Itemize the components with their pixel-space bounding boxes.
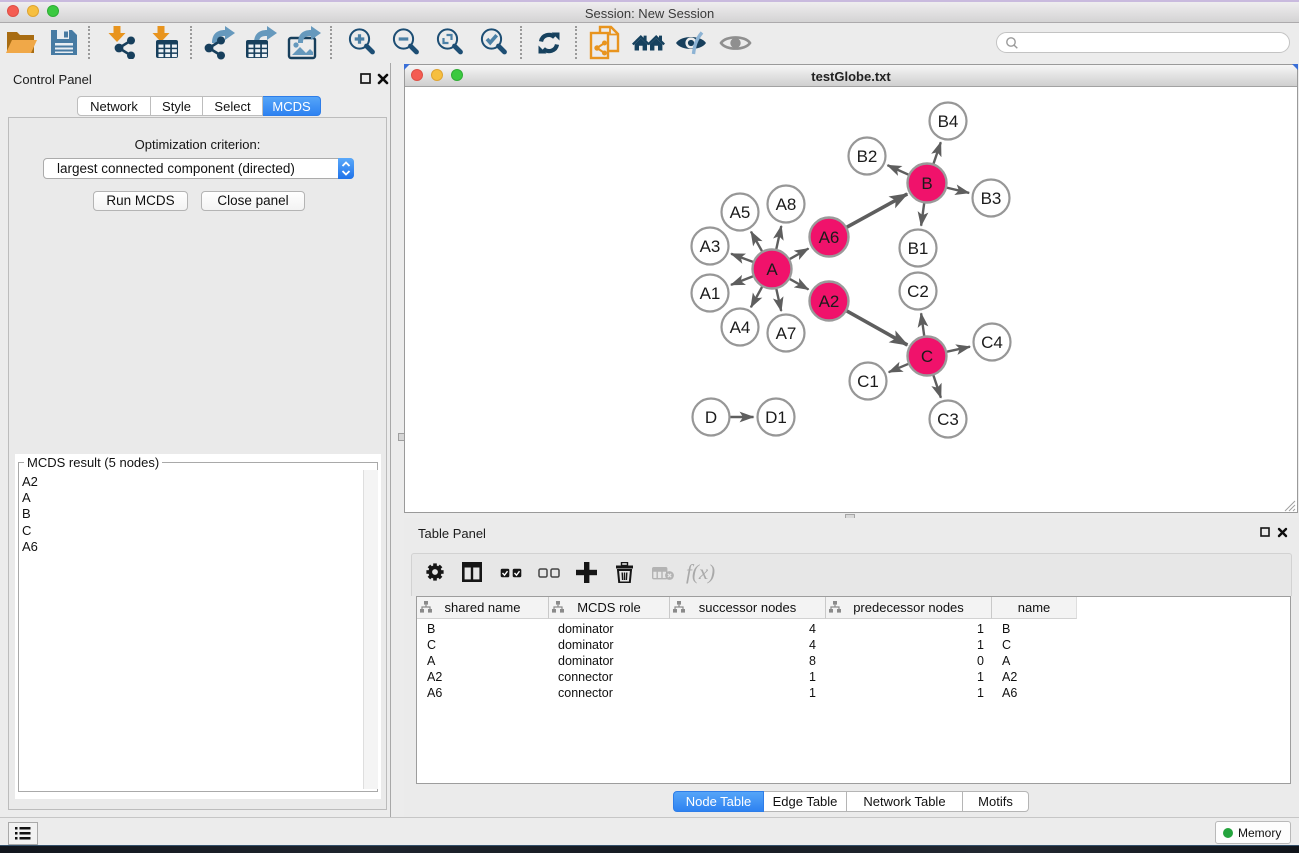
svg-text:A7: A7 (776, 324, 797, 343)
svg-text:D: D (705, 408, 717, 427)
svg-text:C3: C3 (937, 410, 959, 429)
svg-text:A8: A8 (776, 195, 797, 214)
svg-text:A3: A3 (700, 237, 721, 256)
svg-text:B: B (921, 174, 932, 193)
svg-text:A6: A6 (819, 228, 840, 247)
svg-text:B1: B1 (908, 239, 929, 258)
svg-text:B3: B3 (981, 189, 1002, 208)
svg-text:C2: C2 (907, 282, 929, 301)
svg-text:A4: A4 (730, 318, 751, 337)
svg-text:A5: A5 (730, 203, 751, 222)
svg-text:A: A (766, 260, 778, 279)
svg-text:B4: B4 (938, 112, 959, 131)
svg-text:C: C (921, 347, 933, 366)
svg-text:C1: C1 (857, 372, 879, 391)
svg-text:D1: D1 (765, 408, 787, 427)
svg-text:C4: C4 (981, 333, 1003, 352)
svg-text:B2: B2 (857, 147, 878, 166)
svg-text:A2: A2 (819, 292, 840, 311)
svg-text:A1: A1 (700, 284, 721, 303)
